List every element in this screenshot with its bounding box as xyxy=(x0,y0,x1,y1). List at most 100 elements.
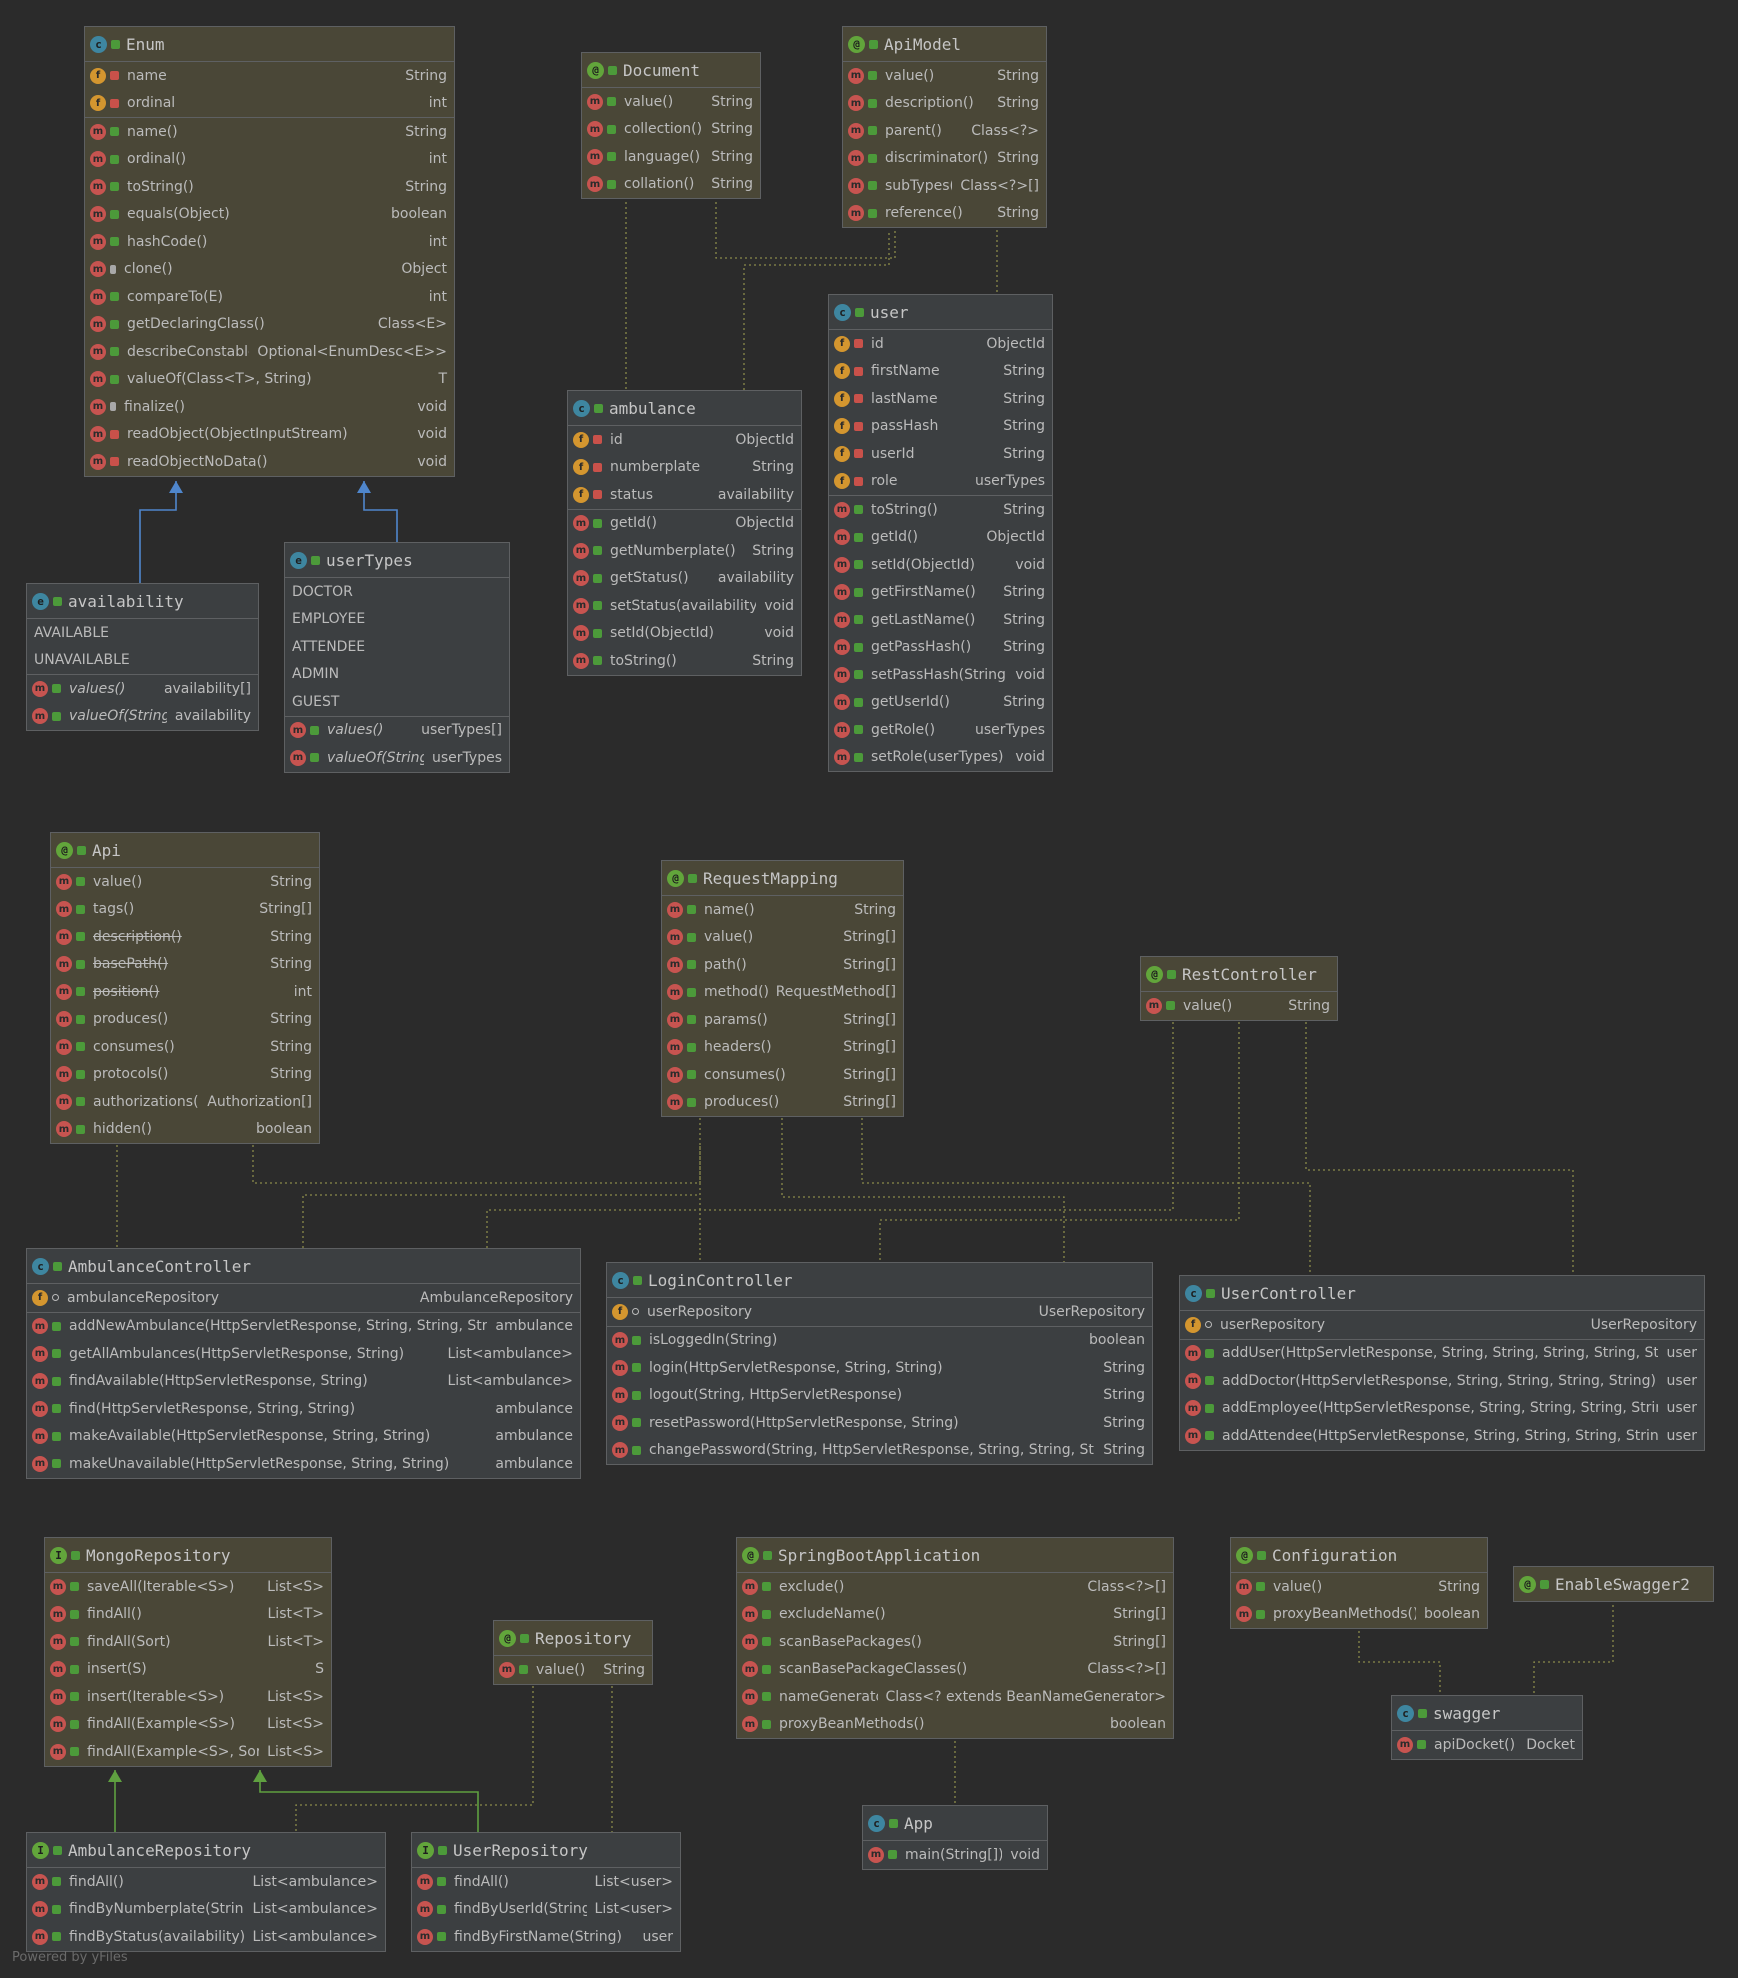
method-row[interactable]: m collection() String xyxy=(582,116,760,144)
class-node-usercontroller[interactable]: c UserController f userRepository UserReposi… xyxy=(1179,1275,1705,1451)
method-row[interactable]: m insert(Iterable<S>) List<S> xyxy=(45,1683,331,1711)
method-row[interactable]: m setId(ObjectId) void xyxy=(568,620,801,648)
class-header[interactable]: c App xyxy=(863,1806,1047,1841)
class-header[interactable]: c ambulance xyxy=(568,391,801,426)
class-header[interactable]: I AmbulanceRepository xyxy=(27,1833,385,1868)
field-row[interactable]: f role userTypes xyxy=(829,468,1052,496)
field-row[interactable]: f status availability xyxy=(568,481,801,509)
class-header[interactable]: e availability xyxy=(27,584,258,619)
method-row[interactable]: m readObjectNoData() void xyxy=(85,448,454,476)
method-row[interactable]: m value() String xyxy=(1231,1573,1487,1601)
class-node-userrepository[interactable]: I UserRepository m findAll() List<user> m find… xyxy=(411,1832,681,1952)
method-row[interactable]: m produces() String xyxy=(51,1006,319,1034)
class-header[interactable]: @ ApiModel xyxy=(843,27,1046,62)
method-row[interactable]: m proxyBeanMethods() boolean xyxy=(737,1711,1173,1739)
method-row[interactable]: m findAll() List<user> xyxy=(412,1868,680,1896)
method-row[interactable]: m toString() String xyxy=(829,496,1052,524)
field-row[interactable]: f id ObjectId xyxy=(829,330,1052,358)
method-row[interactable]: m produces() String[] xyxy=(662,1089,903,1117)
enum-constant-row[interactable]: EMPLOYEE xyxy=(285,606,509,634)
class-header[interactable]: @ RestController xyxy=(1141,957,1337,992)
class-node-enum[interactable]: c Enum f name String f ordinal int m name() String… xyxy=(84,26,455,477)
method-row[interactable]: m excludeName() String[] xyxy=(737,1601,1173,1629)
method-row[interactable]: m proxyBeanMethods() boolean xyxy=(1231,1601,1487,1629)
method-row[interactable]: m login(HttpServletResponse, String, Stri… xyxy=(607,1354,1152,1382)
method-row[interactable]: m resetPassword(HttpServletResponse, Stri… xyxy=(607,1409,1152,1437)
enum-constant-row[interactable]: ATTENDEE xyxy=(285,633,509,661)
method-row[interactable]: m findAll() List<T> xyxy=(45,1601,331,1629)
class-node-api[interactable]: @ Api m value() String m tags() String[] m descri… xyxy=(50,832,320,1144)
method-row[interactable]: m insert(S) S xyxy=(45,1656,331,1684)
class-node-mongorepository[interactable]: I MongoRepository m saveAll(Iterable<S>) Lis… xyxy=(44,1537,332,1767)
class-node-apimodel[interactable]: @ ApiModel m value() String m description() Str… xyxy=(842,26,1047,228)
method-row[interactable]: m changePassword(String, HttpServletRespo… xyxy=(607,1437,1152,1465)
method-row[interactable]: m getNumberplate() String xyxy=(568,537,801,565)
class-node-repository[interactable]: @ Repository m value() String xyxy=(493,1620,653,1685)
class-node-usertypes[interactable]: e userTypes DOCTOR EMPLOYEE ATTENDEE ADMIN GUE… xyxy=(284,542,510,773)
method-row[interactable]: m findByUserId(String) List<user> xyxy=(412,1896,680,1924)
method-row[interactable]: m addNewAmbulance(HttpServletResponse, St… xyxy=(27,1313,580,1341)
class-header[interactable]: @ EnableSwagger2 xyxy=(1514,1567,1713,1601)
method-row[interactable]: m value() String xyxy=(494,1656,652,1684)
class-node-ambulancecontroller[interactable]: c AmbulanceController f ambulanceRepository… xyxy=(26,1248,581,1479)
method-row[interactable]: m toString() String xyxy=(85,173,454,201)
method-row[interactable]: m getPassHash() String xyxy=(829,634,1052,662)
field-row[interactable]: f userId String xyxy=(829,440,1052,468)
method-row[interactable]: m valueOf(Class<T>, String) T xyxy=(85,366,454,394)
class-header[interactable]: e userTypes xyxy=(285,543,509,578)
method-row[interactable]: m authorizations() Authorization[] xyxy=(51,1088,319,1116)
enum-constant-row[interactable]: GUEST xyxy=(285,688,509,716)
class-node-ambulance[interactable]: c ambulance f id ObjectId f numberplate String f… xyxy=(567,390,802,676)
method-row[interactable]: m params() String[] xyxy=(662,1006,903,1034)
method-row[interactable]: m collation() String xyxy=(582,171,760,199)
class-node-ambulancerepository[interactable]: I AmbulanceRepository m findAll() List<ambul… xyxy=(26,1832,386,1952)
field-row[interactable]: f ordinal int xyxy=(85,90,454,118)
method-row[interactable]: m findAll(Sort) List<T> xyxy=(45,1628,331,1656)
method-row[interactable]: m getAllAmbulances(HttpServletResponse, S… xyxy=(27,1340,580,1368)
method-row[interactable]: m value() String xyxy=(1141,992,1337,1020)
method-row[interactable]: m findByStatus(availability) List<ambulanc… xyxy=(27,1923,385,1951)
method-row[interactable]: m path() String[] xyxy=(662,951,903,979)
class-header[interactable]: @ Configuration xyxy=(1231,1538,1487,1573)
method-row[interactable]: m getLastName() String xyxy=(829,606,1052,634)
method-row[interactable]: m saveAll(Iterable<S>) List<S> xyxy=(45,1573,331,1601)
field-row[interactable]: f passHash String xyxy=(829,413,1052,441)
method-row[interactable]: m addUser(HttpServletResponse, String, St… xyxy=(1180,1340,1704,1368)
class-node-user[interactable]: c user f id ObjectId f firstName String f lastNam… xyxy=(828,294,1053,772)
method-row[interactable]: m isLoggedIn(String) boolean xyxy=(607,1327,1152,1355)
method-row[interactable]: m getUserId() String xyxy=(829,689,1052,717)
class-node-configuration[interactable]: @ Configuration m value() String m proxyBeanMe… xyxy=(1230,1537,1488,1629)
method-row[interactable]: m findByFirstName(String) user xyxy=(412,1923,680,1951)
field-row[interactable]: f firstName String xyxy=(829,358,1052,386)
class-node-app[interactable]: c App m main(String[]) void xyxy=(862,1805,1048,1870)
method-row[interactable]: m findAll(Example<S>) List<S> xyxy=(45,1711,331,1739)
field-row[interactable]: f id ObjectId xyxy=(568,426,801,454)
method-row[interactable]: m describeConstable() Optional<EnumDesc<E>… xyxy=(85,338,454,366)
method-row[interactable]: m name() String xyxy=(662,896,903,924)
method-row[interactable]: m addAttendee(HttpServletResponse, String… xyxy=(1180,1422,1704,1450)
class-header[interactable]: c LoginController xyxy=(607,1263,1152,1298)
enum-constant-row[interactable]: UNAVAILABLE xyxy=(27,647,258,675)
method-row[interactable]: m values() availability[] xyxy=(27,675,258,703)
method-row[interactable]: m addEmployee(HttpServletResponse, String… xyxy=(1180,1395,1704,1423)
method-row[interactable]: m consumes() String[] xyxy=(662,1061,903,1089)
method-row[interactable]: m toString() String xyxy=(568,647,801,675)
method-row[interactable]: m find(HttpServletResponse, String, Strin… xyxy=(27,1395,580,1423)
method-row[interactable]: m main(String[]) void xyxy=(863,1841,1047,1869)
method-row[interactable]: m ordinal() int xyxy=(85,146,454,174)
class-header[interactable]: @ Repository xyxy=(494,1621,652,1656)
method-row[interactable]: m scanBasePackageClasses() Class<?>[] xyxy=(737,1656,1173,1684)
field-row[interactable]: f numberplate String xyxy=(568,454,801,482)
enum-constant-row[interactable]: AVAILABLE xyxy=(27,619,258,647)
method-row[interactable]: m clone() Object xyxy=(85,256,454,284)
class-header[interactable]: c user xyxy=(829,295,1052,330)
method-row[interactable]: m setId(ObjectId) void xyxy=(829,551,1052,579)
method-row[interactable]: m makeUnavailable(HttpServletResponse, St… xyxy=(27,1450,580,1478)
class-header[interactable]: I UserRepository xyxy=(412,1833,680,1868)
method-row[interactable]: m makeAvailable(HttpServletResponse, Stri… xyxy=(27,1423,580,1451)
class-header[interactable]: @ Api xyxy=(51,833,319,868)
method-row[interactable]: m language() String xyxy=(582,143,760,171)
field-row[interactable]: f ambulanceRepository AmbulanceRepository xyxy=(27,1284,580,1312)
method-row[interactable]: m consumes() String xyxy=(51,1033,319,1061)
method-row[interactable]: m findAll(Example<S>, Sort) List<S> xyxy=(45,1738,331,1766)
